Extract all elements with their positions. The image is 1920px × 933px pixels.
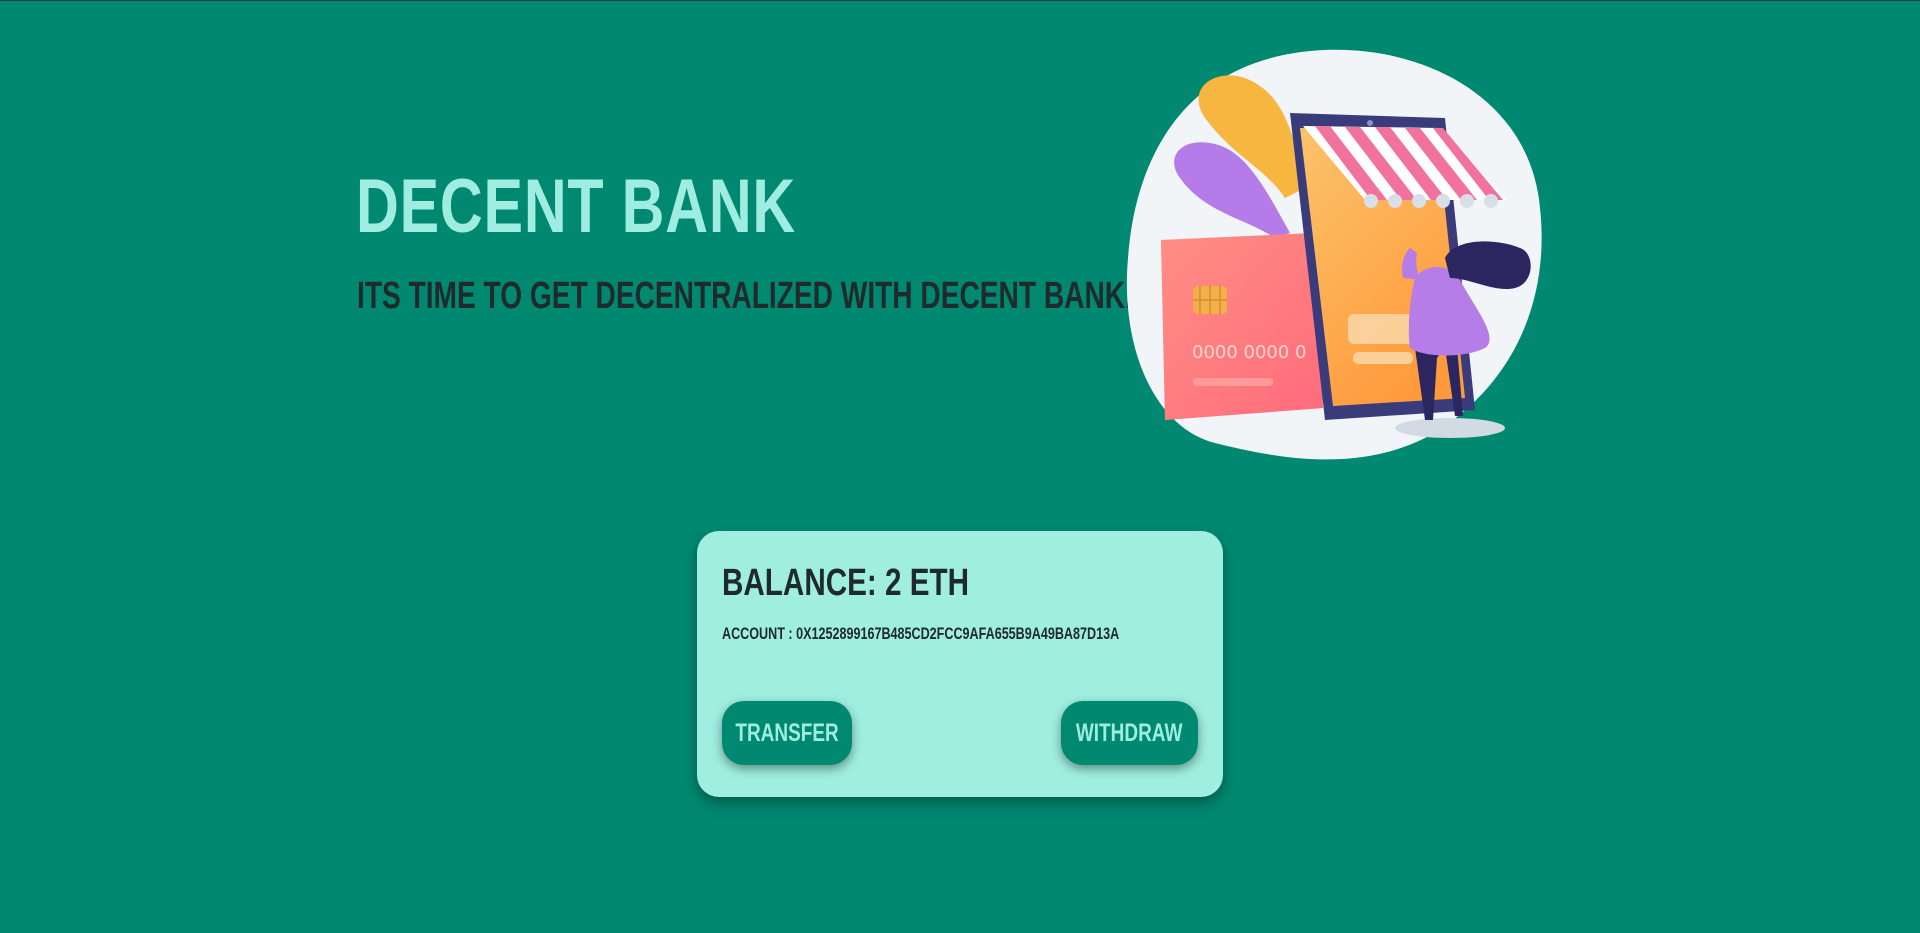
top-border bbox=[0, 0, 1920, 1]
withdraw-button-label: Withdraw bbox=[1076, 718, 1183, 747]
balance-display: Balance: 2 ETH bbox=[722, 561, 969, 605]
shopping-illustration: 0000 0000 0 bbox=[1126, 49, 1542, 460]
page-subtitle: Its time to get decentralized with Decen… bbox=[357, 275, 1133, 317]
account-card: Balance: 2 ETH Account : 0x1252899167b48… bbox=[697, 531, 1223, 797]
transfer-button[interactable]: Transfer bbox=[722, 701, 852, 765]
withdraw-button[interactable]: Withdraw bbox=[1061, 701, 1198, 765]
card-number-text: 0000 0000 0 bbox=[1192, 342, 1307, 363]
page-title: Decent Bank bbox=[356, 164, 797, 249]
account-address: 0x1252899167b485cD2fcc9afa655B9A49Ba87d1… bbox=[796, 624, 1120, 643]
transfer-button-label: Transfer bbox=[735, 718, 839, 747]
account-label: Account : bbox=[722, 624, 793, 643]
account-display: Account : 0x1252899167b485cD2fcc9afa655B… bbox=[722, 623, 1119, 645]
balance-label: Balance: bbox=[722, 562, 877, 604]
balance-value: 2 ETH bbox=[885, 562, 970, 604]
